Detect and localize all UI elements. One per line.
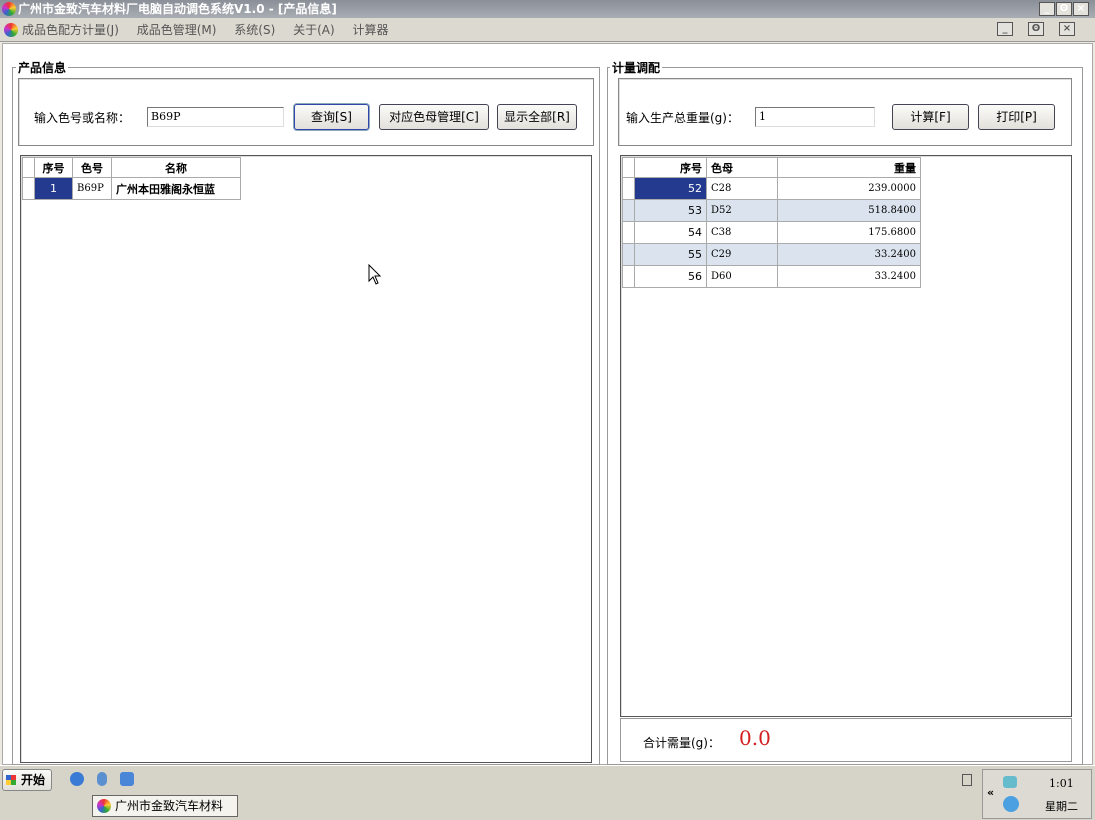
menu-system[interactable]: 系统(S) — [234, 23, 275, 37]
title-bar: 广州市金致汽车材料厂电脑自动调色系统V1.0 - [产品信息] _ ʘ × — [0, 0, 1095, 18]
cell-weight[interactable]: 518.8400 — [777, 199, 921, 222]
taskbar: 开始 广州市金致汽车材料厂... « 1:01 星期二 — [0, 765, 1095, 820]
table-row[interactable]: 52 C28 239.0000 — [622, 177, 921, 200]
cell-code[interactable]: B69P — [72, 177, 112, 200]
cell-weight[interactable]: 175.6800 — [777, 221, 921, 244]
clock-day: 星期二 — [1045, 800, 1078, 813]
mouse-cursor-icon — [368, 264, 382, 285]
taskbar-app-button[interactable]: 广州市金致汽车材料厂... — [92, 795, 238, 817]
network-icon[interactable] — [1003, 776, 1017, 788]
menu-bar: 成品色配方计量(J) 成品色管理(M) 系统(S) 关于(A) 计算器 _ ʘ … — [0, 18, 1095, 42]
col-header-no[interactable]: 序号 — [34, 157, 73, 178]
mdi-minimize-button[interactable]: _ — [997, 22, 1013, 36]
total-value: 0.0 — [739, 726, 771, 750]
search-label: 输入色号或名称： — [34, 111, 131, 125]
cell-weight[interactable]: 33.2400 — [777, 265, 921, 288]
col-header-name[interactable]: 名称 — [111, 157, 241, 178]
close-button[interactable]: × — [1073, 2, 1089, 16]
total-weight-input[interactable]: 1 — [755, 107, 875, 127]
restore-button[interactable]: ʘ — [1056, 2, 1072, 16]
ie-icon[interactable] — [70, 772, 84, 786]
taskbar-app-label: 广州市金致汽车材料厂... — [115, 799, 224, 813]
cell-base[interactable]: C28 — [706, 177, 778, 200]
cell-no[interactable]: 52 — [634, 177, 707, 200]
cell-no[interactable]: 1 — [34, 177, 73, 200]
input-method-icon[interactable] — [962, 774, 972, 786]
calculate-button[interactable]: 计算[F] — [892, 104, 969, 130]
cell-base[interactable]: D52 — [706, 199, 778, 222]
cell-base[interactable]: C38 — [706, 221, 778, 244]
windows-logo-icon — [6, 775, 16, 785]
cell-no[interactable]: 54 — [634, 221, 707, 244]
minimize-button[interactable]: _ — [1039, 2, 1055, 16]
menu-recipe-metering[interactable]: 成品色配方计量(J) — [22, 23, 119, 37]
browser-icon[interactable] — [120, 772, 134, 786]
table-row[interactable]: 53 D52 518.8400 — [622, 199, 921, 222]
show-all-button[interactable]: 显示全部[R] — [497, 104, 577, 130]
total-label: 合计需量(g)： — [643, 736, 720, 750]
system-tray: « 1:01 星期二 — [982, 769, 1092, 819]
metering-table: 序号 色母 重量 52 C28 239.0000 53 D52 518.8400 54 C38 17… — [622, 157, 921, 288]
mdi-restore-button[interactable]: ʘ — [1028, 22, 1044, 36]
color-code-input[interactable]: B69P — [147, 107, 284, 127]
cell-weight[interactable]: 239.0000 — [777, 177, 921, 200]
start-label: 开始 — [20, 773, 45, 787]
tray-expand-icon[interactable]: « — [987, 786, 994, 799]
cell-no[interactable]: 56 — [634, 265, 707, 288]
col-header-weight[interactable]: 重量 — [777, 157, 921, 178]
product-table: 序号 色号 名称 1 B69P 广州本田雅阁永恒蓝 — [22, 157, 241, 200]
weight-label: 输入生产总重量(g)： — [626, 111, 739, 125]
metering-title: 计量调配 — [610, 59, 663, 76]
qq-icon[interactable] — [1003, 796, 1019, 812]
mdi-close-button[interactable]: × — [1059, 22, 1075, 36]
menu-calculator[interactable]: 计算器 — [353, 23, 389, 37]
cell-no[interactable]: 55 — [634, 243, 707, 266]
col-header-base[interactable]: 色母 — [706, 157, 778, 178]
app-icon — [4, 23, 18, 37]
table-row[interactable]: 56 D60 33.2400 — [622, 265, 921, 288]
cell-weight[interactable]: 33.2400 — [777, 243, 921, 266]
cell-base[interactable]: D60 — [706, 265, 778, 288]
menu-product-color[interactable]: 成品色管理(M) — [137, 23, 217, 37]
table-row[interactable]: 55 C29 33.2400 — [622, 243, 921, 266]
table-row[interactable]: 54 C38 175.6800 — [622, 221, 921, 244]
manage-base-button[interactable]: 对应色母管理[C] — [379, 104, 489, 130]
query-button[interactable]: 查询[S] — [294, 104, 369, 130]
print-button[interactable]: 打印[P] — [978, 104, 1055, 130]
app-icon — [97, 799, 111, 813]
product-grid — [20, 155, 592, 763]
product-info-title: 产品信息 — [16, 59, 69, 76]
table-row[interactable]: 1 B69P 广州本田雅阁永恒蓝 — [22, 177, 241, 200]
app-icon — [2, 2, 16, 16]
clock-time[interactable]: 1:01 — [1049, 777, 1074, 790]
cell-name[interactable]: 广州本田雅阁永恒蓝 — [111, 177, 241, 200]
total-panel: 合计需量(g)： 0.0 — [620, 718, 1072, 762]
col-header-code[interactable]: 色号 — [72, 157, 112, 178]
start-button[interactable]: 开始 — [2, 769, 52, 791]
window-title: 广州市金致汽车材料厂电脑自动调色系统V1.0 - [产品信息] — [18, 2, 337, 16]
col-header-no[interactable]: 序号 — [634, 157, 707, 178]
cell-base[interactable]: C29 — [706, 243, 778, 266]
cell-no[interactable]: 53 — [634, 199, 707, 222]
menu-about[interactable]: 关于(A) — [293, 23, 335, 37]
messenger-icon[interactable] — [97, 772, 107, 786]
